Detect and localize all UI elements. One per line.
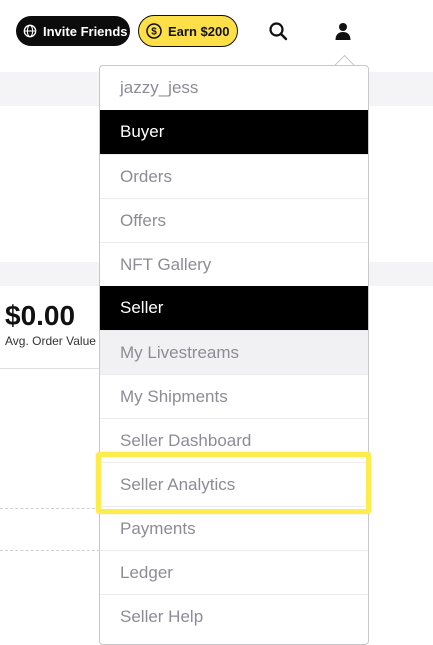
top-bar: Invite Friends $ Earn $200: [0, 0, 433, 66]
menu-item-my-livestreams[interactable]: My Livestreams: [100, 330, 368, 374]
divider: [0, 508, 100, 509]
globe-icon: [23, 23, 37, 39]
menu-item-orders[interactable]: Orders: [100, 154, 368, 198]
menu-item-ledger[interactable]: Ledger: [100, 550, 368, 594]
svg-text:$: $: [151, 27, 157, 38]
highlight-outline: [96, 452, 371, 514]
menu-item-nft-gallery[interactable]: NFT Gallery: [100, 242, 368, 286]
dollar-coin-icon: $: [146, 23, 162, 39]
search-icon[interactable]: [264, 17, 292, 45]
earn-label: Earn $200: [168, 23, 230, 39]
divider: [0, 550, 100, 551]
account-dropdown-menu: jazzy_jess Buyer Orders Offers NFT Galle…: [99, 65, 369, 645]
stat-value: $0.00: [5, 300, 76, 331]
invite-friends-button[interactable]: Invite Friends: [16, 16, 130, 46]
menu-section-buyer: Buyer: [100, 110, 368, 154]
earn-button[interactable]: $ Earn $200: [138, 15, 238, 47]
menu-item-offers[interactable]: Offers: [100, 198, 368, 242]
menu-username[interactable]: jazzy_jess: [100, 66, 368, 110]
user-icon[interactable]: [329, 17, 357, 45]
menu-item-seller-help[interactable]: Seller Help: [100, 594, 368, 638]
invite-friends-label: Invite Friends: [43, 23, 128, 39]
stat-label: Avg. Order Value: [5, 334, 96, 348]
menu-item-my-shipments[interactable]: My Shipments: [100, 374, 368, 418]
menu-section-seller: Seller: [100, 286, 368, 330]
